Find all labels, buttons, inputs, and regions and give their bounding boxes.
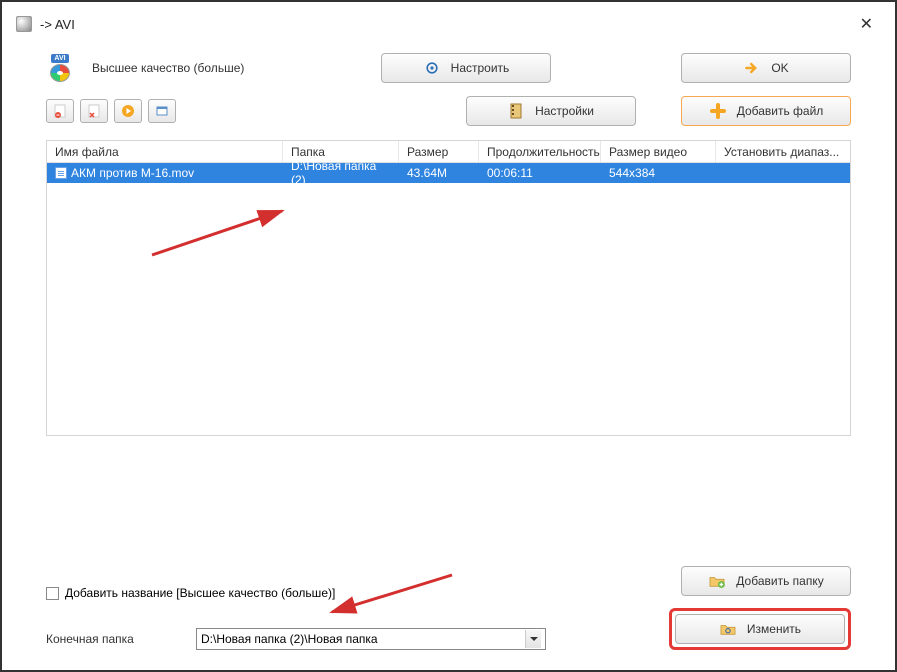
destination-combo[interactable]: D:\Новая папка (2)\Новая папка <box>196 628 546 650</box>
settings-button[interactable]: Настройки <box>466 96 636 126</box>
add-title-label: Добавить название [Высшее качество (боль… <box>65 586 335 600</box>
add-file-button[interactable]: Добавить файл <box>681 96 851 126</box>
add-folder-label: Добавить папку <box>736 574 823 588</box>
filmstrip-icon <box>507 102 525 120</box>
settings-label: Настройки <box>535 104 594 118</box>
window-button[interactable] <box>148 99 176 123</box>
bottom-area: Добавить название [Высшее качество (боль… <box>46 586 851 650</box>
file-table: Имя файла Папка Размер Продолжительность… <box>46 140 851 436</box>
ok-label: OK <box>771 61 788 75</box>
play-button[interactable] <box>114 99 142 123</box>
cell-folder: D:\Новая папка (2) <box>283 159 399 187</box>
arrow-right-icon <box>743 59 761 77</box>
toolbar-row-2: Настройки Добавить файл <box>2 90 895 140</box>
close-button[interactable]: ✕ <box>852 12 881 36</box>
highlight-annotation: Изменить <box>669 608 851 650</box>
plus-icon <box>709 102 727 120</box>
cell-duration: 00:06:11 <box>479 166 601 180</box>
folder-plus-icon <box>708 572 726 590</box>
bottom-buttons: Добавить папку Изменить <box>669 566 851 650</box>
folder-search-icon <box>719 620 737 638</box>
cell-videosize: 544x384 <box>601 166 716 180</box>
table-header: Имя файла Папка Размер Продолжительность… <box>47 141 850 163</box>
table-row[interactable]: АКМ против М-16.mov D:\Новая папка (2) 4… <box>47 163 850 183</box>
app-icon <box>16 16 32 32</box>
configure-label: Настроить <box>451 61 510 75</box>
mini-button-group <box>46 99 176 123</box>
quality-label: Высшее качество (больше) <box>92 61 244 75</box>
remove-button[interactable] <box>46 99 74 123</box>
cell-size: 43.64M <box>399 166 479 180</box>
col-size[interactable]: Размер <box>399 141 479 162</box>
add-title-checkbox[interactable] <box>46 587 59 600</box>
col-duration[interactable]: Продолжительность <box>479 141 601 162</box>
col-range[interactable]: Установить диапаз... <box>716 141 850 162</box>
ok-button[interactable]: OK <box>681 53 851 83</box>
configure-button[interactable]: Настроить <box>381 53 551 83</box>
col-filename[interactable]: Имя файла <box>47 141 283 162</box>
destination-label: Конечная папка <box>46 632 176 646</box>
col-videosize[interactable]: Размер видео <box>601 141 716 162</box>
file-icon <box>55 167 67 179</box>
chevron-down-icon <box>525 630 541 648</box>
cell-name: АКМ против М-16.mov <box>71 166 194 180</box>
top-left: AVI Высшее качество (больше) <box>46 54 326 82</box>
destination-value: D:\Новая папка (2)\Новая папка <box>201 632 378 646</box>
add-file-label: Добавить файл <box>737 104 824 118</box>
avi-format-icon: AVI <box>46 54 74 82</box>
top-row: AVI Высшее качество (больше) Настроить O… <box>2 46 895 90</box>
window-title: -> AVI <box>40 17 75 32</box>
delete-button[interactable] <box>80 99 108 123</box>
gear-icon <box>423 59 441 77</box>
titlebar: -> AVI ✕ <box>2 2 895 46</box>
change-button[interactable]: Изменить <box>675 614 845 644</box>
change-label: Изменить <box>747 622 801 636</box>
add-folder-button[interactable]: Добавить папку <box>681 566 851 596</box>
